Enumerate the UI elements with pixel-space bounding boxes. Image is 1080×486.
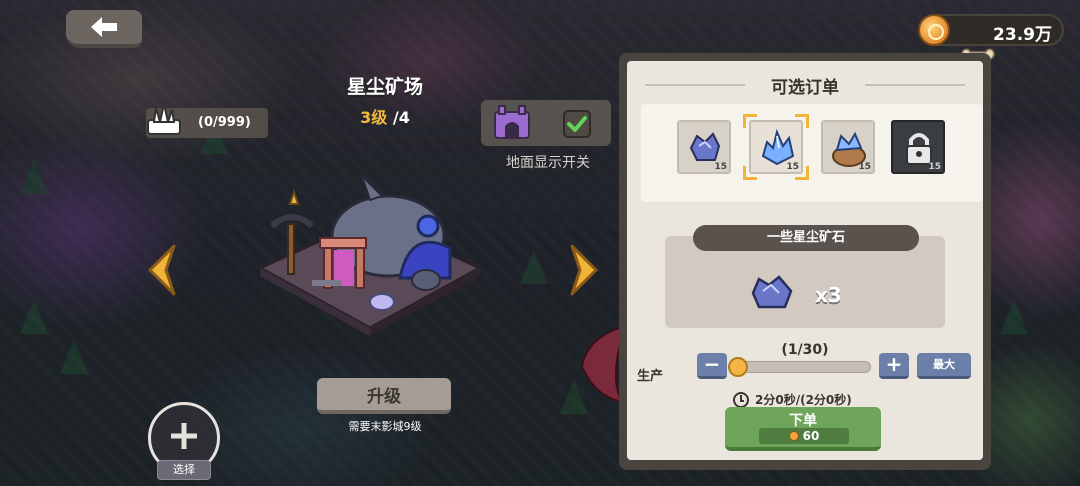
- coin-counter: 23.9万: [918, 14, 1064, 46]
- building-level: 3级 /4: [330, 104, 440, 128]
- capacity-value: (0/999): [198, 115, 251, 130]
- level-max: /4: [392, 108, 410, 127]
- order-cost-value: 60: [802, 429, 820, 443]
- back-button[interactable]: [66, 10, 142, 48]
- increase-button[interactable]: +: [879, 353, 909, 379]
- order-slot-1[interactable]: 15: [677, 120, 731, 174]
- slot-qty: 15: [858, 162, 871, 172]
- storage-capacity: (0/999): [146, 103, 268, 138]
- stardust-mine-building[interactable]: [250, 168, 510, 348]
- selection-corner: [743, 114, 757, 128]
- select-label[interactable]: 选择: [157, 460, 211, 480]
- quantity-slider[interactable]: [728, 357, 871, 377]
- order-slot-3[interactable]: 15: [821, 120, 875, 174]
- order-panel-body: 可选订单 15 15 15 15 一些星尘矿石 x3 (1/30) 生产 − +…: [627, 61, 983, 460]
- previous-building-arrow-icon[interactable]: [142, 242, 182, 298]
- gate-icon: [494, 105, 530, 139]
- coin-icon: [788, 431, 799, 441]
- product-quantity: x3: [815, 283, 842, 307]
- crystal-storage-icon: [147, 103, 181, 135]
- order-panel-title: 可选订单: [771, 78, 839, 98]
- next-building-arrow-icon[interactable]: [564, 242, 604, 298]
- product-name: 一些星尘矿石: [693, 225, 919, 251]
- ground-display-toggle[interactable]: [481, 100, 611, 146]
- upgrade-button[interactable]: 升级: [317, 378, 451, 414]
- arrow-left-icon: [91, 17, 117, 37]
- order-cost: 60: [759, 428, 849, 444]
- slider-handle[interactable]: [728, 357, 748, 377]
- upgrade-requirement: 需要末影城9级: [348, 420, 422, 433]
- order-button-label: 下单: [789, 413, 817, 429]
- slot-qty: 15: [714, 162, 727, 172]
- ground-toggle-checkbox[interactable]: [563, 110, 591, 138]
- production-time: 2分0秒/(2分0秒): [733, 391, 852, 408]
- time-value: 2分0秒/(2分0秒): [755, 393, 852, 407]
- order-slot-2[interactable]: 15: [743, 114, 809, 180]
- selection-corner: [795, 114, 809, 128]
- coin-value: 23.9万: [993, 25, 1052, 45]
- clock-icon: [733, 391, 749, 408]
- max-button[interactable]: 最大: [917, 353, 971, 379]
- level-current: 3级: [360, 108, 388, 127]
- selection-corner: [743, 166, 757, 180]
- selection-corner: [795, 166, 809, 180]
- order-slot-4-locked[interactable]: 15: [891, 120, 945, 174]
- coin-icon: [918, 14, 950, 46]
- slot-qty: 15: [928, 162, 941, 172]
- stardust-ore-icon: [751, 275, 793, 309]
- plus-icon: [171, 423, 197, 449]
- checkmark-icon: [567, 116, 587, 132]
- place-order-button[interactable]: 下单 60: [725, 407, 881, 451]
- decrease-button[interactable]: −: [697, 353, 727, 379]
- produce-label: 生产: [637, 369, 664, 384]
- order-slots: 15 15 15 15: [641, 104, 983, 202]
- building-name: 星尘矿场: [346, 76, 423, 98]
- order-panel: 可选订单 15 15 15 15 一些星尘矿石 x3 (1/30) 生产 − +…: [619, 53, 991, 470]
